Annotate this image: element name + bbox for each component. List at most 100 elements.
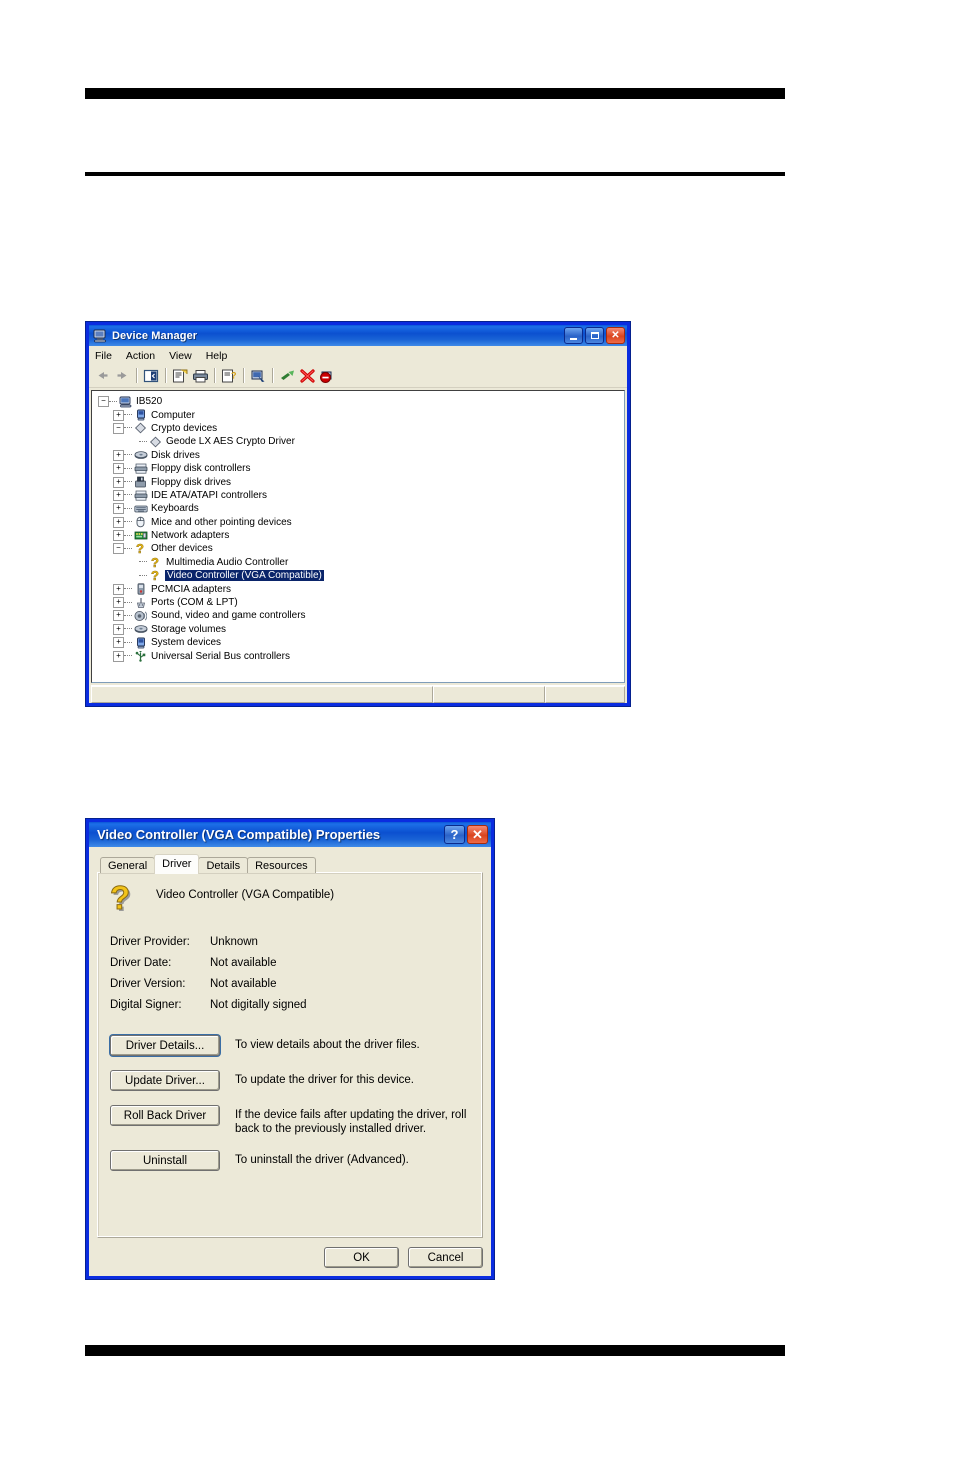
field-driver-provider: Driver Provider: Unknown xyxy=(110,936,470,948)
tree-item-floppy-disk-drives[interactable]: + Floppy disk drives xyxy=(96,475,624,488)
tree-item-system-devices[interactable]: + System devices xyxy=(96,636,624,649)
menu-help[interactable]: Help xyxy=(206,350,228,362)
expander-plus-icon[interactable]: + xyxy=(113,597,124,609)
driver-details-button[interactable]: Driver Details... xyxy=(110,1035,220,1056)
help-button[interactable]: ? xyxy=(444,825,465,844)
device-name-label: Video Controller (VGA Compatible) xyxy=(156,889,335,901)
properties-icon[interactable] xyxy=(171,367,189,384)
field-value: Not available xyxy=(210,957,277,969)
tree-item-network-adapters[interactable]: + Network adapters xyxy=(96,529,624,542)
tree-item-computer[interactable]: + Computer xyxy=(96,408,624,421)
expander-plus-icon[interactable]: + xyxy=(113,409,124,421)
expander-plus-icon[interactable]: + xyxy=(113,583,124,595)
tree-item-multimedia-audio-controller[interactable]: ? Multimedia Audio Controller xyxy=(96,556,624,569)
expander-plus-icon[interactable]: + xyxy=(113,516,124,528)
expander-plus-icon[interactable]: + xyxy=(113,463,124,475)
expander-plus-icon[interactable]: + xyxy=(113,610,124,622)
expander-plus-icon[interactable]: + xyxy=(113,637,124,649)
expander-plus-icon[interactable]: + xyxy=(113,503,124,515)
back-icon[interactable] xyxy=(93,367,111,384)
field-value: Not available xyxy=(210,978,277,990)
tree-item-disk-drives[interactable]: + Disk drives xyxy=(96,449,624,462)
disable-device-icon[interactable] xyxy=(298,367,316,384)
device-manager-window: Device Manager ✕ File Action View Help ?… xyxy=(85,321,631,707)
tree-item-label: Computer xyxy=(151,409,195,421)
expander-minus-icon[interactable]: − xyxy=(113,543,124,555)
mouse-icon xyxy=(133,516,148,529)
tree-item-ide-controllers[interactable]: + IDE ATA/ATAPI controllers xyxy=(96,489,624,502)
expander-plus-icon[interactable]: + xyxy=(113,650,124,662)
tree-item-label: Sound, video and game controllers xyxy=(151,610,306,622)
tree-item-label: Keyboards xyxy=(151,503,199,515)
properties-body: General Driver Details Resources ? ? Vid… xyxy=(89,847,491,1276)
update-driver-description: To update the driver for this device. xyxy=(235,1074,414,1086)
tree-item-ports[interactable]: + Ports (COM & LPT) xyxy=(96,596,624,609)
uninstall-device-icon[interactable] xyxy=(318,367,336,384)
expander-none xyxy=(130,571,139,580)
tree-item-label: Floppy disk controllers xyxy=(151,463,251,475)
tree-item-sound-video-game-controllers[interactable]: + Sound, video and game controllers xyxy=(96,609,624,622)
tree-item-video-controller[interactable]: ? Video Controller (VGA Compatible) xyxy=(96,569,624,582)
device-manager-statusbar xyxy=(91,685,625,703)
tree-item-keyboards[interactable]: + Keyboards xyxy=(96,502,624,515)
menu-action[interactable]: Action xyxy=(126,350,155,362)
statusbar-pane-message xyxy=(91,686,433,703)
tree-item-geode-crypto-driver[interactable]: Geode LX AES Crypto Driver xyxy=(96,435,624,448)
device-tree[interactable]: − IB520 + Computer − Crypto devices Geod… xyxy=(91,390,625,683)
controller-icon xyxy=(133,489,148,502)
expander-plus-icon[interactable]: + xyxy=(113,489,124,501)
tree-item-pcmcia-adapters[interactable]: + PCMCIA adapters xyxy=(96,582,624,595)
tree-item-crypto-devices[interactable]: − Crypto devices xyxy=(96,422,624,435)
tree-connector xyxy=(124,454,132,456)
tab-general[interactable]: General xyxy=(100,857,156,873)
tab-driver[interactable]: Driver xyxy=(154,854,200,874)
roll-back-driver-description: If the device fails after updating the d… xyxy=(235,1109,467,1135)
port-icon xyxy=(133,596,148,609)
roll-back-driver-button[interactable]: Roll Back Driver xyxy=(110,1105,220,1126)
field-value: Not digitally signed xyxy=(210,999,307,1011)
pcmcia-icon xyxy=(133,583,148,596)
scan-hardware-icon[interactable] xyxy=(249,367,267,384)
tree-item-root[interactable]: − IB520 xyxy=(96,395,624,408)
svg-text:?: ? xyxy=(151,569,159,582)
cancel-button[interactable]: Cancel xyxy=(408,1247,483,1268)
tab-details[interactable]: Details xyxy=(198,857,249,873)
expander-plus-icon[interactable]: + xyxy=(113,530,124,542)
uninstall-button[interactable]: Uninstall xyxy=(110,1150,220,1171)
expander-minus-icon[interactable]: − xyxy=(113,422,124,434)
tree-connector xyxy=(124,588,132,590)
tree-item-mice[interactable]: + Mice and other pointing devices xyxy=(96,516,624,529)
expander-plus-icon[interactable]: + xyxy=(113,449,124,461)
field-label: Driver Date: xyxy=(110,957,172,969)
expander-plus-icon[interactable]: + xyxy=(113,476,124,488)
menu-view[interactable]: View xyxy=(169,350,192,362)
question-mark-icon: ? xyxy=(133,542,148,555)
action-row-roll-back-driver: Roll Back Driver If the device fails aft… xyxy=(110,1105,470,1136)
tree-connector xyxy=(139,561,147,563)
forward-icon[interactable] xyxy=(113,367,131,384)
help-properties-icon[interactable]: ? xyxy=(220,367,238,384)
tree-item-other-devices[interactable]: − ? Other devices xyxy=(96,542,624,555)
action-row-update-driver: Update Driver... To update the driver fo… xyxy=(110,1070,470,1091)
print-icon[interactable] xyxy=(191,367,209,384)
update-driver-button[interactable]: Update Driver... xyxy=(110,1070,220,1091)
speaker-icon xyxy=(133,609,148,622)
close-button[interactable]: ✕ xyxy=(606,327,625,344)
show-hide-tree-icon[interactable] xyxy=(142,367,160,384)
expander-minus-icon[interactable]: − xyxy=(98,396,109,408)
tree-item-floppy-disk-controllers[interactable]: + Floppy disk controllers xyxy=(96,462,624,475)
ok-button[interactable]: OK xyxy=(324,1247,399,1268)
device-manager-menubar: File Action View Help xyxy=(89,346,627,364)
tab-resources[interactable]: Resources xyxy=(247,857,316,873)
statusbar-pane-middle xyxy=(433,686,545,703)
field-value: Unknown xyxy=(210,936,258,948)
tree-item-usb-controllers[interactable]: + Universal Serial Bus controllers xyxy=(96,649,624,662)
tree-item-storage-volumes[interactable]: + Storage volumes xyxy=(96,623,624,636)
menu-file[interactable]: File xyxy=(95,350,112,362)
maximize-button[interactable] xyxy=(585,327,604,344)
update-driver-icon[interactable] xyxy=(278,367,296,384)
minimize-button[interactable] xyxy=(564,327,583,344)
expander-plus-icon[interactable]: + xyxy=(113,623,124,635)
properties-titlebar: Video Controller (VGA Compatible) Proper… xyxy=(89,822,491,847)
close-button[interactable]: ✕ xyxy=(467,825,488,844)
